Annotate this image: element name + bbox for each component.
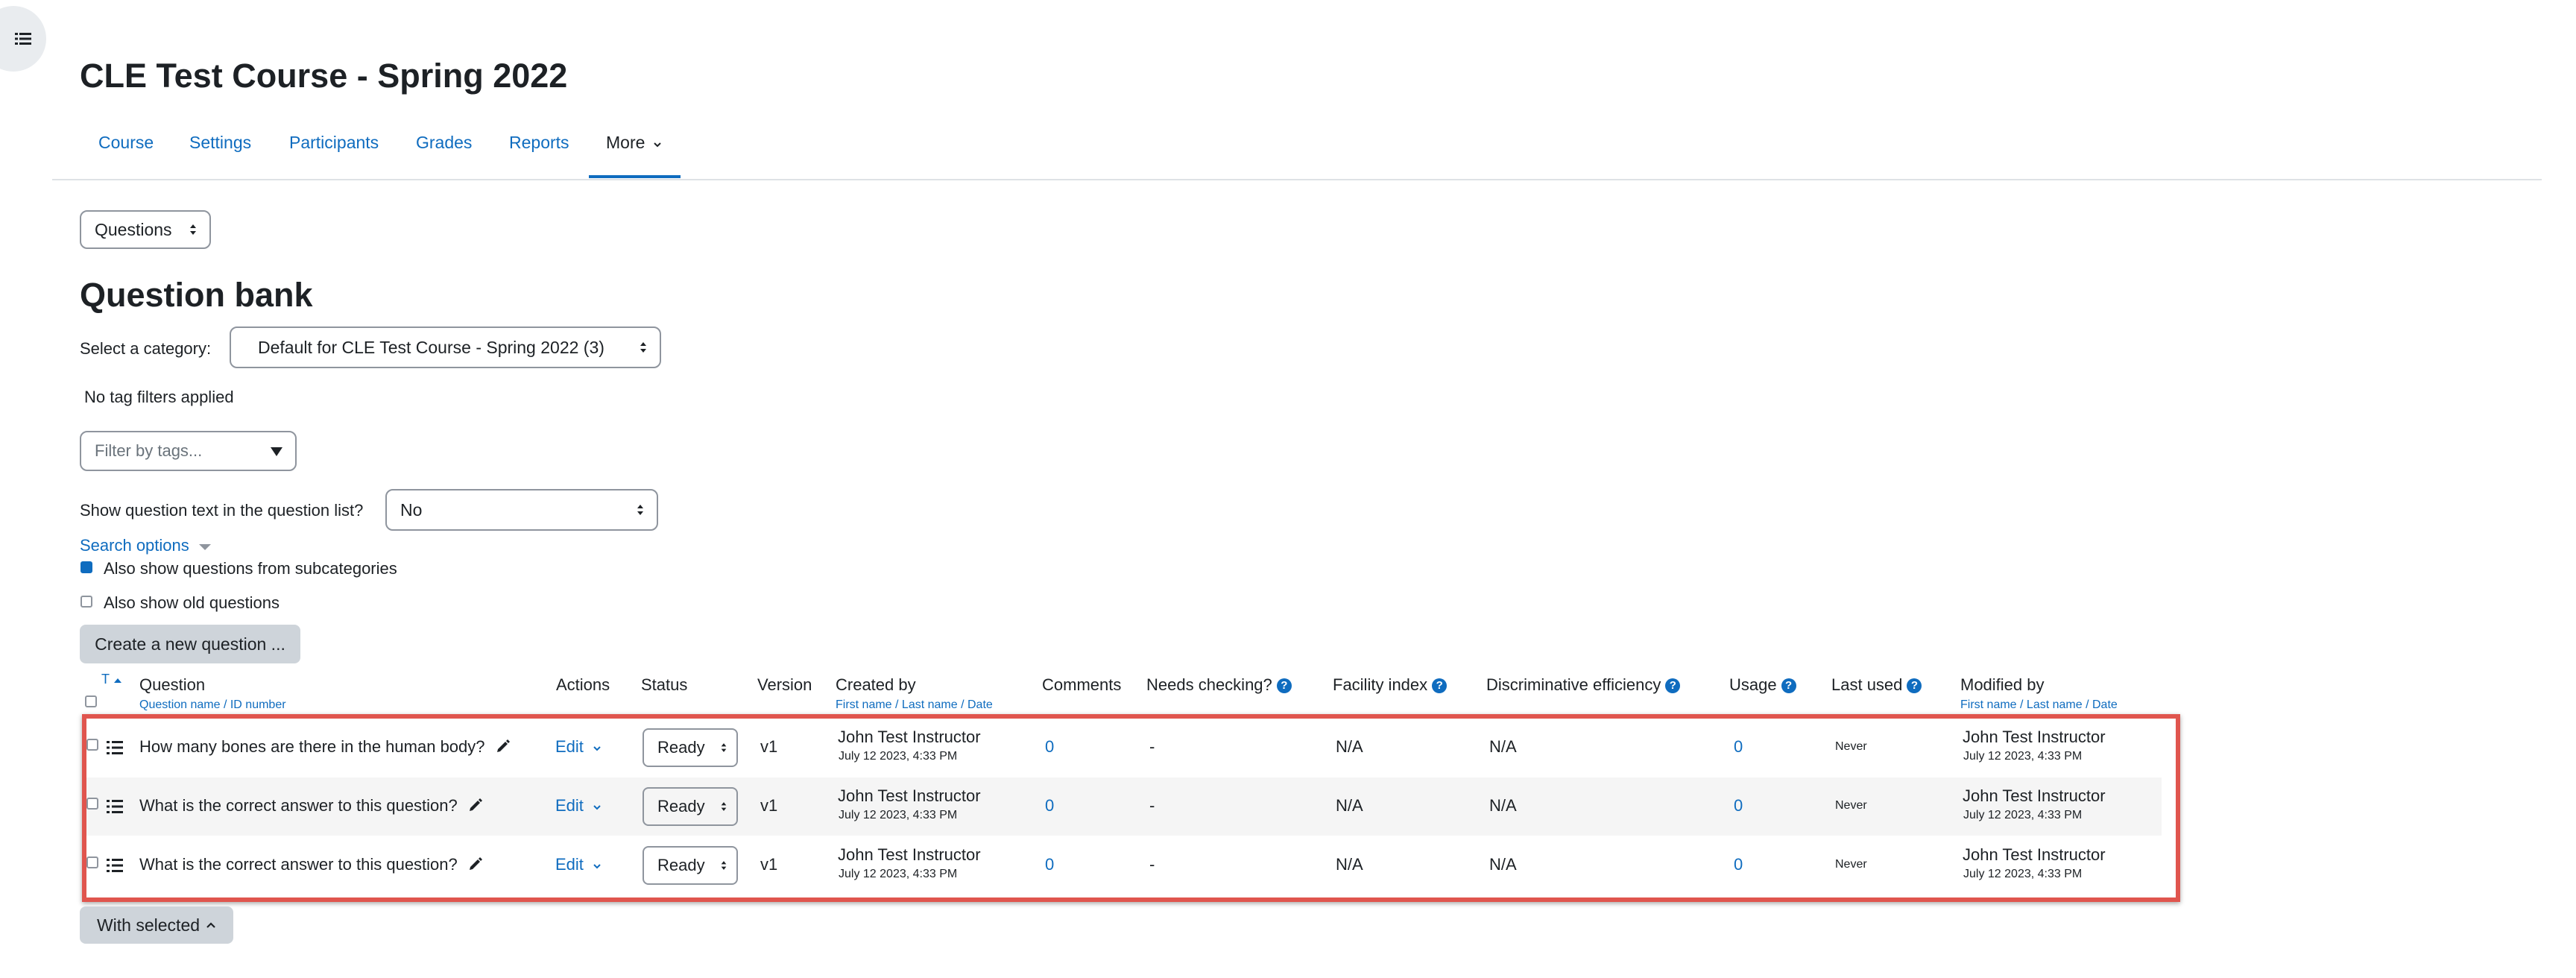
list-icon bbox=[15, 33, 31, 45]
search-options-toggle[interactable]: Search options bbox=[80, 536, 212, 555]
last-used-header: Last used? bbox=[1831, 675, 1922, 695]
secondary-nav: Course Settings Participants Grades Repo… bbox=[52, 112, 2542, 180]
nav-course[interactable]: Course bbox=[98, 133, 154, 153]
question-subheader: Question name / ID number bbox=[139, 698, 286, 711]
select-all-checkbox[interactable] bbox=[85, 695, 97, 707]
tag-filter-placeholder: Filter by tags... bbox=[95, 441, 203, 460]
needs-checking-header: Needs checking?? bbox=[1146, 675, 1292, 695]
nav-reports[interactable]: Reports bbox=[509, 133, 569, 153]
show-text-label: Show question text in the question list? bbox=[80, 501, 364, 520]
nav-active-indicator bbox=[589, 175, 681, 178]
status-header: Status bbox=[641, 675, 688, 694]
old-questions-checkbox[interactable] bbox=[80, 596, 92, 608]
sort-arrows-icon bbox=[640, 342, 646, 353]
subcategories-checkbox[interactable] bbox=[80, 561, 92, 573]
sort-modified-date[interactable]: Date bbox=[2092, 698, 2118, 711]
category-select[interactable]: Default for CLE Test Course - Spring 202… bbox=[230, 326, 661, 368]
with-selected-label: With selected bbox=[96, 915, 201, 935]
needs-checking-label: Needs checking? bbox=[1146, 675, 1272, 694]
page-type-select[interactable]: Questions bbox=[80, 210, 211, 249]
nav-participants[interactable]: Participants bbox=[289, 133, 379, 153]
created-by-header: Created by bbox=[836, 675, 916, 694]
question-header: Question bbox=[139, 675, 206, 694]
category-label: Select a category: bbox=[80, 339, 212, 358]
tag-filter-input[interactable]: Filter by tags... bbox=[80, 431, 297, 471]
nav-more-label: More bbox=[606, 133, 645, 152]
comments-header: Comments bbox=[1042, 675, 1122, 694]
selection-highlight-box bbox=[82, 714, 2180, 902]
sort-modified-last[interactable]: Last name bbox=[2027, 698, 2083, 711]
usage-label: Usage bbox=[1729, 675, 1777, 694]
course-title: CLE Test Course - Spring 2022 bbox=[80, 57, 568, 95]
help-icon[interactable]: ? bbox=[1907, 678, 1922, 694]
modified-by-subheader: First name / Last name / Date bbox=[1960, 698, 2118, 711]
created-by-subheader: First name / Last name / Date bbox=[836, 698, 993, 711]
old-questions-label: Also show old questions bbox=[104, 593, 280, 612]
chevron-down-icon bbox=[654, 142, 661, 148]
modified-by-header: Modified by bbox=[1960, 675, 2045, 694]
sort-modified-first[interactable]: First name bbox=[1960, 698, 2017, 711]
discriminative-header: Discriminative efficiency? bbox=[1486, 675, 1681, 695]
help-icon[interactable]: ? bbox=[1432, 678, 1448, 694]
category-select-value: Default for CLE Test Course - Spring 202… bbox=[258, 337, 604, 357]
sort-created-last[interactable]: Last name bbox=[902, 698, 958, 711]
actions-header: Actions bbox=[556, 675, 610, 694]
sort-up-icon bbox=[113, 678, 121, 683]
page-type-select-value: Questions bbox=[95, 219, 172, 239]
help-icon[interactable]: ? bbox=[1781, 678, 1796, 694]
facility-label: Facility index bbox=[1333, 675, 1428, 694]
version-header: Version bbox=[757, 675, 812, 694]
type-header-label: T bbox=[101, 672, 110, 687]
tag-filters-status: No tag filters applied bbox=[84, 388, 234, 406]
help-icon[interactable]: ? bbox=[1665, 678, 1681, 694]
chevron-up-icon bbox=[206, 922, 215, 928]
search-options-label: Search options bbox=[80, 536, 189, 555]
type-sort-header[interactable]: T bbox=[101, 672, 122, 687]
sort-created-date[interactable]: Date bbox=[967, 698, 993, 711]
show-text-select-value: No bbox=[400, 499, 423, 520]
nav-more[interactable]: More bbox=[606, 133, 662, 153]
drawer-toggle-button[interactable] bbox=[0, 6, 46, 72]
nav-grades[interactable]: Grades bbox=[416, 133, 472, 153]
sort-question-name[interactable]: Question name bbox=[139, 698, 221, 711]
help-icon[interactable]: ? bbox=[1276, 678, 1292, 694]
sort-id-number[interactable]: ID number bbox=[230, 698, 286, 711]
caret-down-icon bbox=[271, 447, 282, 456]
facility-header: Facility index? bbox=[1333, 675, 1448, 695]
create-question-button[interactable]: Create a new question ... bbox=[80, 625, 300, 663]
sort-arrows-icon bbox=[637, 505, 643, 515]
usage-header: Usage? bbox=[1729, 675, 1796, 695]
page-heading: Question bank bbox=[80, 276, 313, 314]
with-selected-button[interactable]: With selected bbox=[80, 906, 233, 944]
last-used-label: Last used bbox=[1831, 675, 1903, 694]
show-text-select[interactable]: No bbox=[385, 489, 658, 531]
nav-settings[interactable]: Settings bbox=[189, 133, 251, 153]
caret-down-icon bbox=[198, 544, 211, 550]
sort-arrows-icon bbox=[190, 224, 196, 235]
discriminative-label: Discriminative efficiency bbox=[1486, 675, 1661, 694]
sort-created-first[interactable]: First name bbox=[836, 698, 892, 711]
subcategories-label: Also show questions from subcategories bbox=[104, 559, 397, 578]
